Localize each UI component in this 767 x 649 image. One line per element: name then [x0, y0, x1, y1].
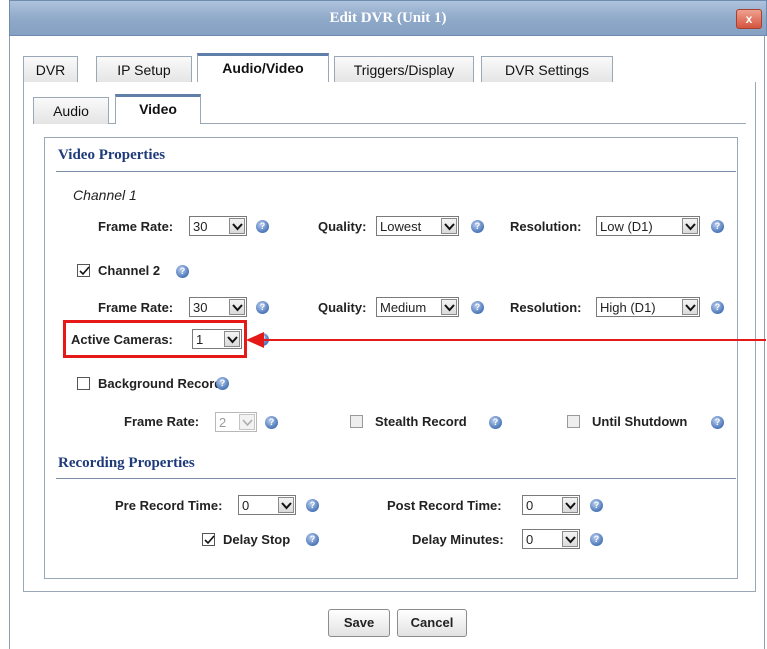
background-record-checkbox[interactable]: [77, 377, 90, 390]
bg-frame-rate-select[interactable]: 2: [215, 412, 257, 432]
chevron-down-icon: [441, 218, 457, 234]
background-record-label: Background Record: [98, 376, 223, 391]
tab-ip-setup[interactable]: IP Setup: [96, 56, 192, 83]
chevron-down-icon: [229, 218, 245, 234]
annotation-arrow: [246, 332, 766, 348]
help-icon[interactable]: ?: [711, 301, 724, 314]
help-icon[interactable]: ?: [590, 533, 603, 546]
tab-triggers-display[interactable]: Triggers/Display: [334, 56, 474, 83]
title-bar: Edit DVR (Unit 1) x: [9, 0, 767, 36]
ch2-resolution-select[interactable]: High (D1): [596, 297, 700, 317]
until-shutdown-checkbox[interactable]: [567, 415, 580, 428]
recording-properties-heading: Recording Properties: [58, 455, 195, 471]
ch1-frame-rate-select[interactable]: 30: [189, 216, 247, 236]
ch2-frame-rate-value: 30: [193, 300, 208, 315]
help-icon[interactable]: ?: [256, 220, 269, 233]
post-record-value: 0: [526, 498, 534, 513]
window-title: Edit DVR (Unit 1): [329, 10, 447, 26]
tab-dvr-settings[interactable]: DVR Settings: [481, 56, 613, 83]
video-properties-heading: Video Properties: [58, 147, 166, 163]
ch1-quality-select[interactable]: Lowest: [376, 216, 459, 236]
delay-minutes-value: 0: [526, 532, 534, 547]
delay-stop-checkbox[interactable]: [202, 533, 215, 546]
pre-record-select[interactable]: 0: [238, 495, 296, 515]
close-button[interactable]: x: [736, 9, 762, 29]
delay-minutes-label: Delay Minutes:: [412, 532, 504, 547]
help-icon[interactable]: ?: [489, 416, 502, 429]
ch2-frame-rate-label: Frame Rate:: [98, 300, 174, 315]
channel2-label: Channel 2: [98, 263, 161, 278]
ch2-quality-value: Medium: [380, 300, 427, 315]
active-cameras-label: Active Cameras:: [71, 332, 173, 347]
help-icon[interactable]: ?: [471, 220, 484, 233]
cancel-button[interactable]: Cancel: [397, 609, 467, 637]
help-icon[interactable]: ?: [176, 265, 189, 278]
chevron-down-icon: [239, 414, 255, 430]
chevron-down-icon: [682, 299, 698, 315]
post-record-select[interactable]: 0: [522, 495, 580, 515]
stealth-record-checkbox[interactable]: [350, 415, 363, 428]
ch1-resolution-value: Low (D1): [600, 219, 653, 234]
pre-record-label: Pre Record Time:: [115, 498, 223, 513]
channel2-checkbox[interactable]: [77, 264, 90, 277]
ch1-quality-label: Quality:: [318, 219, 367, 234]
save-button[interactable]: Save: [328, 609, 390, 637]
ch1-frame-rate-label: Frame Rate:: [98, 219, 174, 234]
section-divider: [56, 171, 736, 172]
help-icon[interactable]: ?: [256, 301, 269, 314]
ch2-quality-select[interactable]: Medium: [376, 297, 459, 317]
ch2-resolution-value: High (D1): [600, 300, 656, 315]
channel1-label: Channel 1: [73, 187, 137, 203]
active-cameras-value: 1: [196, 332, 204, 347]
active-cameras-select[interactable]: 1: [192, 329, 242, 349]
ch2-quality-label: Quality:: [318, 300, 367, 315]
help-icon[interactable]: ?: [265, 416, 278, 429]
subtab-audio[interactable]: Audio: [33, 97, 109, 124]
help-icon[interactable]: ?: [306, 499, 319, 512]
delay-stop-label: Delay Stop: [223, 532, 291, 547]
help-icon[interactable]: ?: [216, 377, 229, 390]
ch2-resolution-label: Resolution:: [510, 300, 582, 315]
tab-audio-video[interactable]: Audio/Video: [197, 53, 329, 83]
ch1-frame-rate-value: 30: [193, 219, 208, 234]
until-shutdown-label: Until Shutdown: [592, 414, 688, 429]
help-icon[interactable]: ?: [711, 220, 724, 233]
ch1-quality-value: Lowest: [380, 219, 422, 234]
tab-dvr[interactable]: DVR: [23, 56, 78, 83]
chevron-down-icon: [278, 497, 294, 513]
chevron-down-icon: [229, 299, 245, 315]
bg-frame-rate-value: 2: [219, 415, 227, 430]
ch1-resolution-select[interactable]: Low (D1): [596, 216, 700, 236]
help-icon[interactable]: ?: [306, 533, 319, 546]
pre-record-value: 0: [242, 498, 250, 513]
ch2-frame-rate-select[interactable]: 30: [189, 297, 247, 317]
help-icon[interactable]: ?: [471, 301, 484, 314]
chevron-down-icon: [562, 497, 578, 513]
chevron-down-icon: [562, 531, 578, 547]
help-icon[interactable]: ?: [590, 499, 603, 512]
chevron-down-icon: [441, 299, 457, 315]
bg-frame-rate-label: Frame Rate:: [124, 414, 200, 429]
stealth-record-label: Stealth Record: [375, 414, 467, 429]
delay-minutes-select[interactable]: 0: [522, 529, 580, 549]
help-icon[interactable]: ?: [711, 416, 724, 429]
section-divider: [56, 478, 736, 479]
chevron-down-icon: [682, 218, 698, 234]
subtab-video[interactable]: Video: [115, 94, 201, 124]
chevron-down-icon: [224, 331, 240, 347]
ch1-resolution-label: Resolution:: [510, 219, 582, 234]
post-record-label: Post Record Time:: [387, 498, 502, 513]
